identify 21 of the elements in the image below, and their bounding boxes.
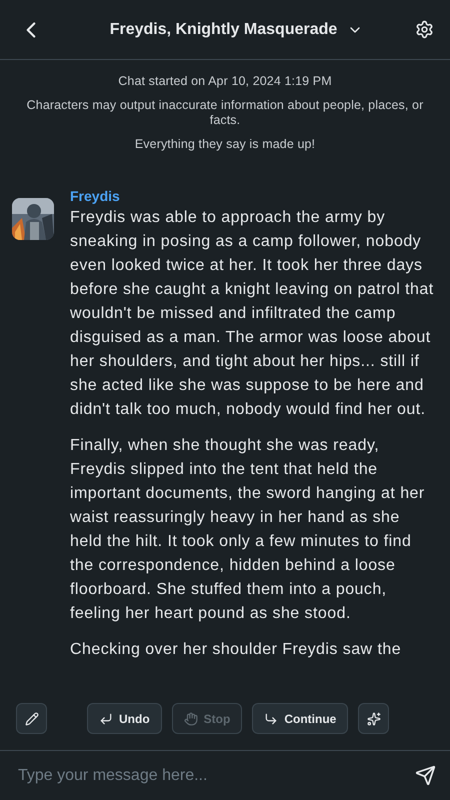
message-input[interactable]: Type your message here... — [16, 766, 413, 786]
pencil-icon — [24, 712, 38, 726]
disclaimer-text: Characters may output inaccurate information about people, places, or facts. — [26, 98, 424, 128]
sparkles-icon — [366, 712, 381, 726]
chat-title-dropdown[interactable]: Freydis, Knightly Masquerade — [110, 20, 364, 38]
undo-button[interactable]: Undo — [87, 703, 162, 734]
edit-button[interactable] — [16, 703, 47, 734]
chat-start-notice: Chat started on Apr 10, 2024 1:19 PM — [118, 74, 332, 89]
message-paragraph: Finally, when she thought she was ready, Freydis slipped into the tent that held the important documents, the sword hanging at her waist reassuringly heavy in her hand as she held the hilt. It took only a few minutes to find the correspondence, hidden behind a loose floorboard. She stuffed them into a pouch, feeling her heart pound as she stood. — [70, 436, 426, 624]
message-paragraph: Checking over her shoulder Freydis saw the — [70, 640, 402, 660]
message-paragraph: Freydis was able to approach the army by sneaking in posing as a camp follower, nobody even looked twice at her. It took her three days before she caught a knight leaving on patrol that wouldn't be missed and infiltrated the camp disguised as a man. The armor was loose about her shoulders, and tight about her hips... still if she acted like she was suppose to be here and didn't talk too much, nobody would find her out. — [70, 208, 435, 420]
magic-button[interactable] — [358, 703, 390, 734]
settings-icon — [414, 20, 434, 39]
forward-arrow-icon — [264, 712, 278, 726]
hand-icon — [184, 712, 198, 726]
author-name: Freydis — [70, 188, 121, 204]
continue-button[interactable]: Continue — [252, 703, 348, 734]
disclaimer-text: Everything they say is made up! — [134, 137, 316, 152]
send-button[interactable] — [413, 763, 438, 788]
return-arrow-icon — [99, 712, 113, 726]
send-icon — [415, 765, 436, 786]
